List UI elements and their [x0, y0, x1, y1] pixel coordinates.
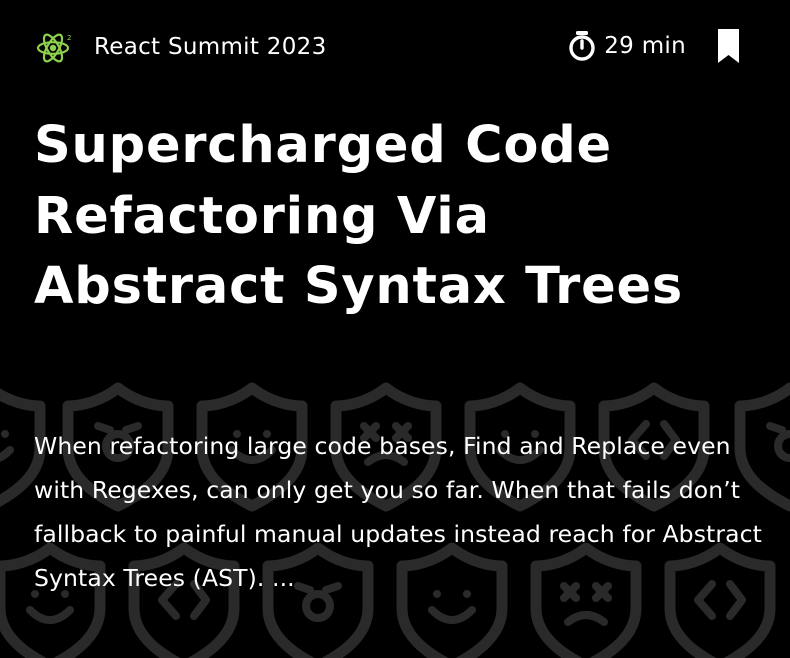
- svg-text:2: 2: [67, 34, 71, 42]
- duration-text: 29 min: [604, 33, 686, 59]
- bookmark-icon[interactable]: [718, 29, 739, 63]
- card-header: 2 React Summit 2023 29 min: [34, 28, 740, 68]
- talk-duration: 29 min: [568, 30, 686, 62]
- talk-description: When refactoring large code bases, Find …: [34, 432, 762, 592]
- react-atom-icon: 2: [36, 33, 71, 63]
- talk-card[interactable]: 2 React Summit 2023 29 min Supercharged …: [0, 0, 790, 658]
- event-name: React Summit 2023: [94, 34, 327, 60]
- talk-title[interactable]: Supercharged Code Refactoring Via Abstra…: [34, 111, 754, 323]
- stopwatch-icon: [569, 31, 595, 61]
